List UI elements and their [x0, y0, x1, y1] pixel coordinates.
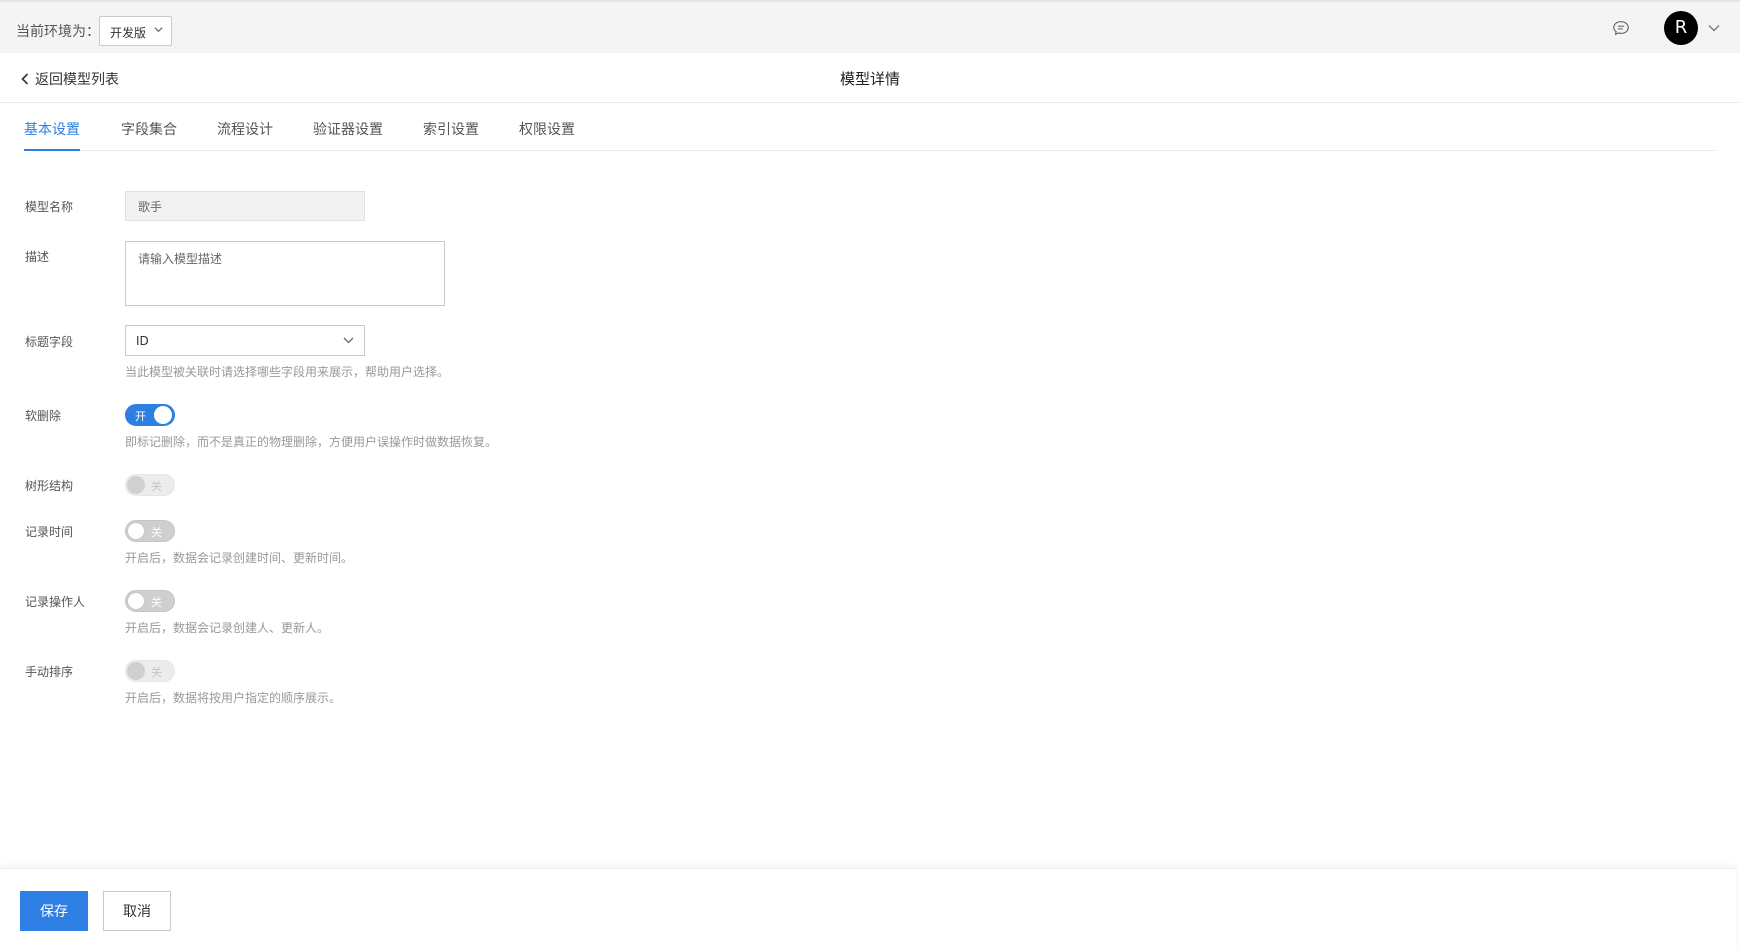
toggle-state-text: 开: [135, 410, 146, 423]
tree-structure-toggle: 关: [125, 474, 175, 496]
chevron-down-icon: [154, 27, 163, 33]
toggle-knob: [127, 476, 145, 494]
toggle-state-text: 关: [151, 666, 162, 679]
manual-sort-toggle: 关: [125, 660, 175, 682]
soft-delete-toggle[interactable]: 开: [125, 404, 175, 426]
record-time-label: 记录时间: [25, 525, 74, 539]
tab-permission-settings[interactable]: 权限设置: [519, 119, 575, 151]
env-select[interactable]: 开发版: [99, 16, 172, 46]
title-field-value: ID: [136, 334, 149, 348]
description-label: 描述: [25, 250, 50, 264]
toggle-knob: [154, 406, 172, 424]
manual-sort-label: 手动排序: [25, 665, 74, 679]
tab-field-collection[interactable]: 字段集合: [121, 119, 177, 151]
env-label: 当前环境为：: [16, 24, 100, 40]
record-operator-toggle[interactable]: 关: [125, 590, 175, 612]
toggle-knob: [127, 522, 145, 540]
tree-structure-label: 树形结构: [25, 479, 74, 493]
toggle-knob: [127, 592, 145, 610]
title-field-label: 标题字段: [25, 335, 74, 349]
message-icon[interactable]: [1612, 19, 1630, 37]
tab-index-settings[interactable]: 索引设置: [423, 119, 479, 151]
tab-flow-design[interactable]: 流程设计: [217, 119, 273, 151]
save-button[interactable]: 保存: [20, 891, 88, 931]
toggle-knob: [127, 662, 145, 680]
manual-sort-hint: 开启后，数据将按用户指定的顺序展示。: [125, 691, 342, 705]
record-operator-label: 记录操作人: [25, 595, 86, 609]
soft-delete-label: 软删除: [25, 409, 62, 423]
cancel-button[interactable]: 取消: [103, 891, 171, 931]
chevron-down-icon[interactable]: [1708, 24, 1720, 33]
description-textarea[interactable]: 请输入模型描述: [125, 241, 445, 306]
model-name-input: 歌手: [125, 191, 365, 221]
chevron-down-icon: [343, 337, 354, 344]
tab-bar: 基本设置 字段集合 流程设计 验证器设置 索引设置 权限设置: [24, 104, 1716, 151]
avatar[interactable]: R: [1664, 11, 1698, 45]
record-operator-hint: 开启后，数据会记录创建人、更新人。: [125, 621, 330, 635]
title-field-hint: 当此模型被关联时请选择哪些字段用来展示，帮助用户选择。: [125, 365, 450, 379]
page-header: 返回模型列表 模型详情: [0, 53, 1740, 103]
toggle-state-text: 关: [151, 526, 162, 539]
toggle-state-text: 关: [151, 596, 162, 609]
footer-action-bar: 保存 取消: [0, 868, 1736, 950]
tab-validator-settings[interactable]: 验证器设置: [313, 119, 383, 151]
record-time-toggle[interactable]: 关: [125, 520, 175, 542]
top-bar: 当前环境为： 开发版 R: [0, 0, 1740, 53]
env-select-value: 开发版: [110, 26, 147, 40]
toggle-state-text: 关: [151, 480, 162, 493]
record-time-hint: 开启后，数据会记录创建时间、更新时间。: [125, 551, 354, 565]
title-field-select[interactable]: ID: [125, 325, 365, 356]
tab-basic-settings[interactable]: 基本设置: [24, 119, 80, 151]
model-name-label: 模型名称: [25, 200, 74, 214]
soft-delete-hint: 即标记删除，而不是真正的物理删除，方便用户误操作时做数据恢复。: [125, 435, 498, 449]
page-title: 模型详情: [839, 70, 900, 88]
